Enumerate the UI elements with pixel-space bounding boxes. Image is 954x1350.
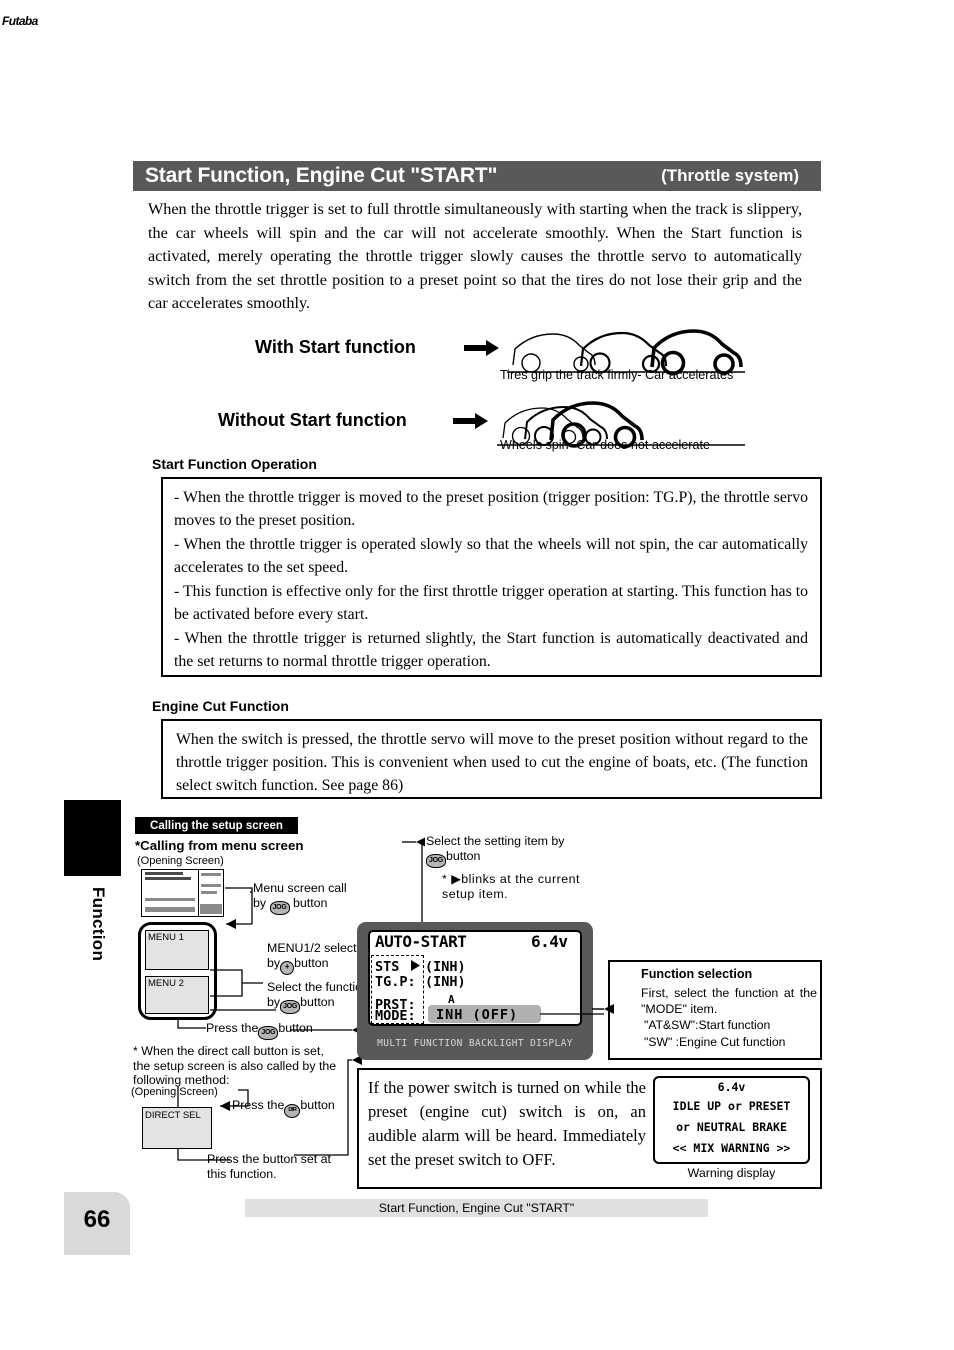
futaba-brand-text: Futaba — [2, 14, 38, 28]
start-function-operation-box: - When the throttle trigger is moved to … — [161, 477, 822, 677]
calling-setup-screen-banner-label: Calling the setup screen — [150, 819, 283, 832]
note-press-button-set: Press the button set at this function. — [207, 1152, 331, 1181]
without-start-function-caption: Wheels spin- Car does not accelerate — [500, 438, 710, 452]
lcd-sts-value: (INH) — [425, 959, 466, 975]
note-select-setting-item: Select the setting item by JOG button — [426, 834, 564, 868]
section-title-bar: Start Function, Engine Cut "START" (Thro… — [133, 161, 821, 191]
with-start-function-label: With Start function — [255, 337, 416, 357]
start-function-operation-heading: Start Function Operation — [152, 456, 317, 472]
section-tab-marker — [64, 800, 121, 876]
note-select-setting-item-line1: Select the setting item by — [426, 834, 565, 848]
jog-button-icon[interactable]: JOG — [269, 901, 290, 915]
calling-from-menu-heading: *Calling from menu screen — [135, 838, 304, 853]
lcd-title: AUTO-START — [375, 932, 467, 951]
function-selection-line-1: "AT&SW":Start function — [644, 1018, 771, 1032]
page-number: 66 — [83, 1206, 111, 1233]
with-start-function-caption: Tires grip the track firmly- Car acceler… — [500, 368, 734, 382]
warning-voltage: 6.4v — [717, 1080, 746, 1094]
jog-button-icon[interactable]: JOG — [280, 1000, 301, 1014]
cars-accelerating-illustration — [505, 325, 750, 376]
section-tab-label: Function — [89, 887, 108, 962]
bullet-item: - This function is effective only for th… — [174, 583, 808, 623]
warning-line-3: << MIX WARNING >> — [672, 1141, 791, 1155]
note-press-jog-suffix: button — [278, 1021, 313, 1035]
note-press-jog-prefix: Press the — [206, 1021, 259, 1035]
note-select-function: Select the function by JOG button — [267, 980, 369, 1014]
function-selection-body: First, select the function at the "MODE"… — [641, 986, 817, 1016]
bullet-item: - When the throttle trigger is returned … — [174, 630, 808, 670]
note-select-function-suffix: button — [300, 995, 335, 1009]
lcd-tgp-label: TG.P: — [375, 974, 416, 990]
note-press-dir-suffix: button — [300, 1098, 335, 1112]
lcd-voltage: 6.4v — [531, 932, 568, 951]
intro-paragraph: When the throttle trigger is set to full… — [148, 200, 802, 312]
engine-cut-function-text: When the switch is pressed, the throttle… — [176, 731, 808, 794]
engine-cut-function-box: When the switch is pressed, the throttle… — [161, 719, 822, 799]
note-press-dir-prefix: Press the — [232, 1098, 285, 1112]
note-menu-screen-call-line1: Menu screen call — [253, 881, 347, 895]
bullet-item: - When the throttle trigger is operated … — [174, 536, 808, 576]
note-menu-screen-call: Menu screen call by JOG button — [253, 881, 347, 915]
page-title-subtitle: (Throttle system) — [661, 166, 799, 185]
bullet-item: - When the throttle trigger is moved to … — [174, 489, 808, 529]
note-press-direct-button: Press the DIR button — [232, 1098, 335, 1118]
note-menu-selection-suffix: button — [294, 956, 329, 970]
lcd-caption: MULTI FUNCTION BACKLIGHT DISPLAY — [377, 1038, 573, 1049]
warning-line-1: IDLE UP or PRESET — [672, 1099, 791, 1113]
jog-button-icon[interactable]: JOG — [258, 1026, 279, 1040]
warning-display-caption: Warning display — [687, 1166, 776, 1180]
engine-cut-function-heading: Engine Cut Function — [152, 698, 289, 714]
power-switch-warning-text: If the power switch is turned on while t… — [368, 1078, 646, 1169]
note-select-setting-item-suffix: button — [446, 849, 481, 863]
function-selection-arrow-icon — [592, 1004, 614, 1014]
page-title: Start Function, Engine Cut "START" — [145, 164, 498, 187]
lcd-mode-value: INH (OFF) — [436, 1007, 519, 1023]
with-arrow-icon — [464, 339, 500, 357]
function-selection-line-2: "SW" :Engine Cut function — [644, 1035, 786, 1049]
warning-line-2: or NEUTRAL BRAKE — [676, 1120, 787, 1134]
function-selection-heading: Function selection — [641, 967, 753, 981]
plus-button-icon[interactable]: + — [280, 961, 295, 975]
lcd-sts-label: STS — [375, 959, 400, 975]
lcd-mode-label: MODE: — [375, 1008, 416, 1024]
lcd-blink-cursor-icon — [411, 960, 420, 971]
direct-button-icon[interactable]: DIR — [284, 1104, 301, 1118]
note-select-function-line1: Select the function — [267, 980, 369, 994]
note-blinks-cursor: * ▶blinks at the current setup item. — [442, 872, 580, 901]
note-press-jog-button: Press the JOG button — [206, 1021, 313, 1040]
lcd-tgp-value: (INH) — [425, 974, 466, 990]
note-direct-call-button: * When the direct call button is set, th… — [133, 1044, 337, 1087]
note-menu-screen-call-suffix: button — [292, 896, 328, 910]
calling-setup-screen-banner: Calling the setup screen — [135, 817, 298, 834]
without-arrow-icon — [453, 412, 489, 430]
without-start-function-label: Without Start function — [218, 410, 407, 430]
